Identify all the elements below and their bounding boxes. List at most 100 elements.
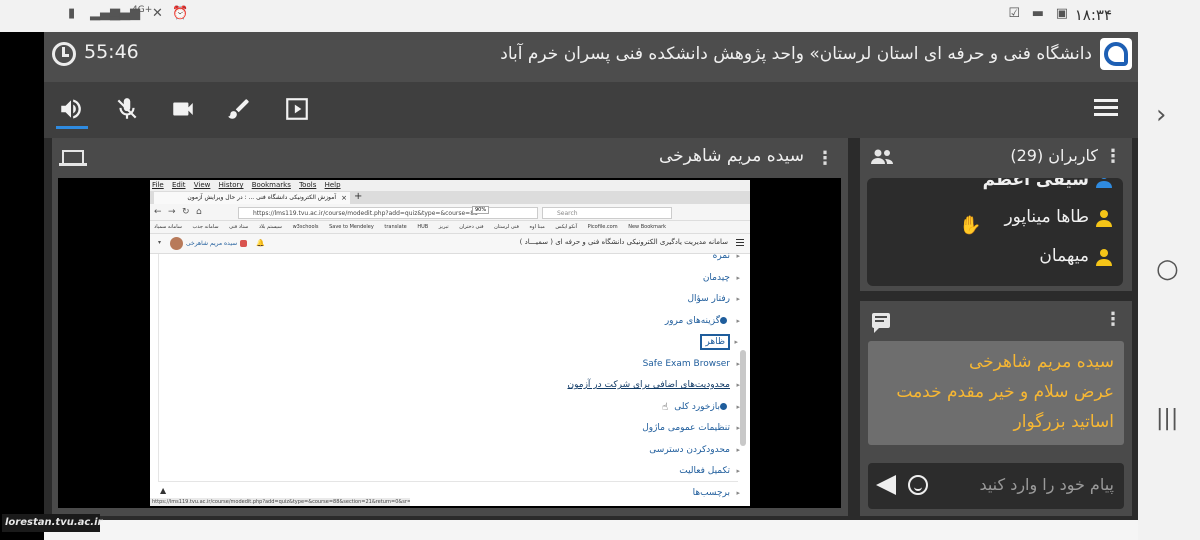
bookmark: w3schools	[292, 224, 319, 230]
settings-section-label: بازخورد کلی	[674, 402, 720, 412]
chat-message: سیده مریم شاهرخی عرض سلام و خیر مقدم خدم…	[868, 341, 1124, 445]
user-icon	[1095, 209, 1113, 227]
bookmark: translate	[384, 224, 407, 230]
left-black-strip	[0, 32, 44, 540]
menu-tools: Tools	[299, 181, 317, 189]
close-icon: ×	[341, 194, 347, 202]
screenshare-panel: سیده مریم شاهرخی ⋮ File Edit View Histor…	[52, 138, 848, 516]
settings-section: ظاهر	[700, 334, 738, 350]
chat-icon	[872, 313, 890, 333]
bookmark: مبنا اوه	[529, 224, 545, 230]
users-panel: کاربران (29) ⋮ سیفی اعظم طاها میناپور ✋	[860, 138, 1132, 291]
settings-section: محدودکردن دسترسی	[649, 442, 739, 458]
mic-muted-icon[interactable]	[114, 96, 144, 124]
user-name: سیفی اعظم	[982, 178, 1089, 190]
chat-text: عرض سلام و خیر مقدم خدمت اساتید بزرگوار	[896, 382, 1114, 432]
more-vertical-icon[interactable]: ⋮	[1104, 309, 1122, 330]
settings-section: گزینه‌های مرور	[664, 313, 740, 329]
presenter-name: سیده مریم شاهرخی	[659, 146, 804, 166]
bookmark: سامانه جذب	[192, 224, 219, 230]
clock-icon	[52, 42, 76, 66]
emoji-icon[interactable]	[908, 475, 928, 495]
scrollbar	[740, 350, 746, 446]
menu-bookmarks: Bookmarks	[251, 181, 291, 189]
settings-section: چیدمان	[703, 270, 740, 286]
settings-section: رفتار سؤال	[687, 291, 739, 307]
bookmark: فنی لرستان	[494, 224, 519, 230]
home-circle-icon[interactable]: ○	[1156, 254, 1179, 284]
chat-input-placeholder: پیام خود را وارد کنید	[979, 475, 1114, 494]
android-status-bar: ▮ ▂▄▆ ▂▄▆ 4G+ ✕ ⏰ ☑ ▬ ▣ ۱۸:۳۴	[0, 0, 1200, 32]
more-vertical-icon[interactable]: ⋮	[1104, 146, 1122, 167]
university-logo	[1100, 38, 1132, 70]
menu-view: View	[193, 181, 211, 189]
message-icon	[240, 240, 247, 247]
browser-tab: آموزش الکترونیکی دانشگاه فنی ... : در حا…	[154, 192, 350, 204]
browser-tabbar: آموزش الکترونیکی دانشگاه فنی ... : در حا…	[150, 191, 750, 204]
menu-icon	[736, 239, 744, 248]
bell-icon: 🔔	[256, 239, 265, 247]
check-notification-icon: ☑	[1008, 6, 1020, 21]
user-name: میهمان	[1039, 246, 1089, 266]
active-tab-indicator	[56, 126, 88, 129]
network-type: 4G+	[132, 5, 153, 15]
raised-hand-icon: ✋	[959, 215, 982, 236]
quiz-settings-list: نمره چیدمان رفتار سؤال گزینه‌های مرور ظا…	[150, 248, 750, 504]
settings-section: نمره	[713, 248, 741, 264]
bookmark: سیستم بلاد	[258, 224, 282, 230]
bookmark: ستاد فنی	[229, 224, 249, 230]
moodle-header: ▾ سیده مریم شاهرخی 🔔 سامانه مدیریت یادگی…	[150, 234, 750, 254]
image-notification-icon: ▣	[1055, 6, 1068, 21]
forward-icon: →	[168, 207, 176, 217]
browser-tab-title: آموزش الکترونیکی دانشگاه فنی ... : در حا…	[187, 194, 336, 201]
chevron-down-icon: ▾	[158, 239, 162, 246]
settings-section: تنظیمات عمومی ماژول	[642, 420, 740, 436]
more-vertical-icon[interactable]: ⋮	[816, 148, 834, 169]
menu-file: File	[152, 181, 164, 189]
chat-input[interactable]: پیام خود را وارد کنید	[868, 463, 1124, 509]
avatar	[170, 237, 183, 250]
settings-section: تکمیل فعالیت	[679, 463, 739, 479]
play-icon[interactable]	[284, 96, 314, 124]
session-header: 55:46 دانشگاه فنی و حرفه ای استان لرستان…	[44, 32, 1138, 82]
settings-section: بازخورد کلی	[674, 399, 740, 415]
bookmark: آنکو ایکس	[555, 224, 578, 230]
bottom-strip	[44, 520, 1138, 540]
watermark-text: lorestan.tvu.ac.ir	[2, 514, 102, 532]
browser-url: https://lms119.tvu.ac.ir/course/modedit.…	[238, 207, 538, 219]
settings-section-label: گزینه‌های مرور	[664, 316, 720, 326]
moodle-site-name: سامانه مدیریت یادگیری الکترونیکی دانشگاه…	[519, 238, 728, 246]
users-list: سیفی اعظم طاها میناپور ✋ میهمان	[867, 178, 1123, 286]
reload-icon: ↻	[182, 207, 190, 217]
recent-apps-icon[interactable]: |||	[1156, 406, 1178, 431]
browser-menubar: File Edit View History Bookmarks Tools H…	[150, 180, 750, 191]
home-icon: ⌂	[196, 207, 202, 217]
brush-icon[interactable]	[226, 96, 256, 124]
user-icon	[1095, 248, 1113, 266]
laptop-icon[interactable]	[59, 150, 87, 166]
help-icon	[720, 403, 727, 410]
settings-section: برچسب‌ها	[693, 485, 741, 501]
chevron-right-icon[interactable]: ›	[1156, 100, 1166, 130]
user-name: طاها میناپور	[1004, 207, 1089, 227]
users-title: کاربران (29)	[1010, 146, 1098, 165]
browser-navbar: ← → ↻ ⌂ https://lms119.tvu.ac.ir/course/…	[150, 204, 750, 221]
bookmark: فنی دختران	[459, 224, 484, 230]
bookmark: Picofile.com	[587, 224, 618, 230]
settings-section: Safe Exam Browser	[643, 356, 741, 372]
new-tab-icon: +	[354, 191, 363, 202]
speaker-icon[interactable]	[58, 96, 88, 124]
users-icon	[871, 149, 893, 164]
send-icon[interactable]	[876, 475, 896, 495]
bookmark: سامانه سمیاد	[154, 224, 182, 230]
menu-icon[interactable]	[1094, 99, 1118, 119]
user-icon	[1095, 178, 1113, 188]
camera-icon[interactable]	[170, 96, 200, 124]
bookmark: Save to Mendeley	[329, 224, 374, 230]
shared-browser-window: File Edit View History Bookmarks Tools H…	[150, 180, 750, 506]
settings-section: محدودیت‌های اضافی برای شرکت در آزمون	[567, 377, 739, 393]
browser-zoom: 90%	[472, 206, 490, 214]
shared-screen: File Edit View History Bookmarks Tools H…	[58, 178, 841, 508]
session-title: دانشگاه فنی و حرفه ای استان لرستان» واحد…	[500, 44, 1092, 64]
chat-panel: ⋮ سیده مریم شاهرخی عرض سلام و خیر مقدم خ…	[860, 301, 1132, 516]
